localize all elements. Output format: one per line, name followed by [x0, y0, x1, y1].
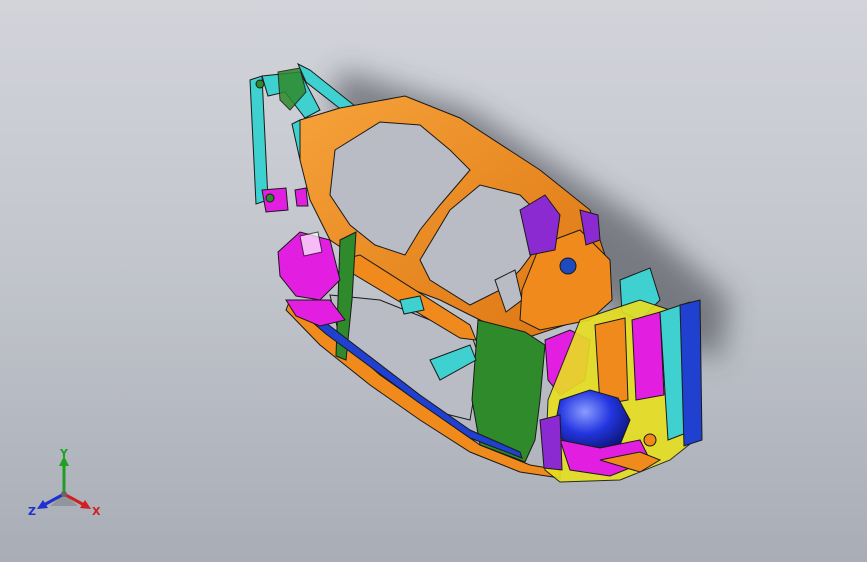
rear-assembly[interactable] [539, 299, 703, 483]
3d-model-viewport[interactable] [0, 0, 867, 562]
triad-y-label: Y [59, 448, 69, 460]
triad-z-label: Z [28, 505, 36, 518]
triad-x-label: X [92, 505, 101, 518]
orientation-triad[interactable]: Y X Z [28, 448, 102, 522]
triad-axes [37, 456, 91, 509]
